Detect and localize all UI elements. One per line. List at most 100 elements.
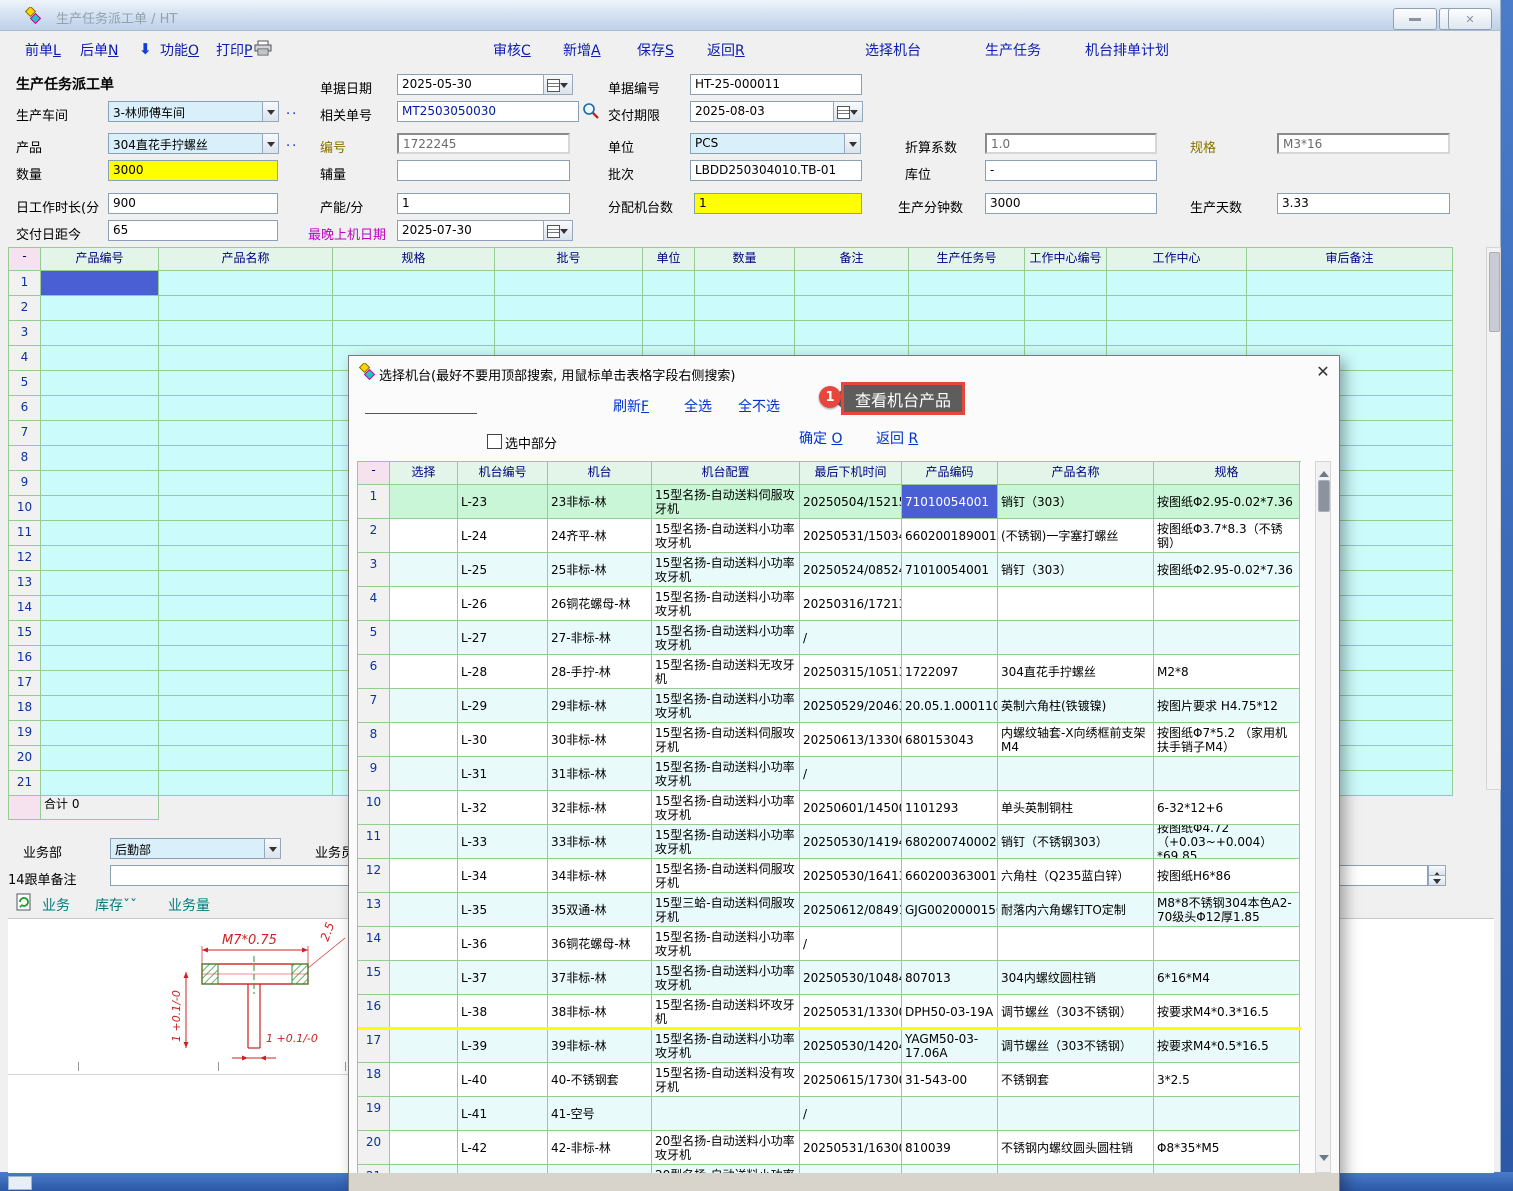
scroll-down-icon[interactable] bbox=[1319, 1155, 1329, 1166]
machine-code-cell[interactable]: L-30 bbox=[458, 723, 548, 757]
machine-config-cell[interactable]: 15型三蛤-自动送料伺服攻牙机 bbox=[652, 893, 800, 927]
machine-grid-scrollbar[interactable] bbox=[1315, 461, 1331, 1173]
grid-cell[interactable] bbox=[1247, 271, 1453, 296]
product-code-cell[interactable] bbox=[902, 927, 998, 961]
last-offline-cell[interactable]: 20250530/141946 bbox=[800, 825, 902, 859]
machines-input[interactable]: 1 bbox=[694, 193, 862, 214]
row-number[interactable]: 15 bbox=[358, 961, 390, 995]
row-number[interactable]: 6 bbox=[358, 655, 390, 689]
grid-cell[interactable] bbox=[41, 771, 159, 796]
product-code-cell[interactable] bbox=[902, 587, 998, 621]
machine-code-cell[interactable]: L-36 bbox=[458, 927, 548, 961]
row-number[interactable]: 17 bbox=[358, 1029, 390, 1063]
select-cell[interactable] bbox=[390, 791, 458, 825]
machine-name-cell[interactable]: 39非标-林 bbox=[548, 1029, 652, 1063]
row-number[interactable]: 2 bbox=[358, 519, 390, 553]
product-code-cell[interactable]: 680200740002 bbox=[902, 825, 998, 859]
spec-input[interactable]: M3*16 bbox=[1277, 133, 1450, 154]
row-number[interactable]: 13 bbox=[9, 571, 41, 596]
machine-column-header[interactable]: 规格 bbox=[1154, 462, 1300, 485]
grid-cell[interactable] bbox=[1025, 296, 1107, 321]
select-cell[interactable] bbox=[390, 553, 458, 587]
spec-cell[interactable] bbox=[1154, 927, 1300, 961]
row-number[interactable]: 13 bbox=[358, 893, 390, 927]
grid-cell[interactable] bbox=[1247, 296, 1453, 321]
back-link[interactable]: 返回 R bbox=[876, 428, 918, 448]
grid-cell[interactable] bbox=[643, 296, 695, 321]
product-name-cell[interactable]: 单头英制铜柱 bbox=[998, 791, 1154, 825]
grid-cell[interactable] bbox=[159, 696, 333, 721]
spec-cell[interactable] bbox=[1154, 1097, 1300, 1131]
grid-cell[interactable] bbox=[159, 396, 333, 421]
confirm-link[interactable]: 确定 O bbox=[799, 428, 842, 448]
product-name-cell[interactable] bbox=[998, 757, 1154, 791]
audit-button[interactable]: 审核C bbox=[493, 40, 531, 60]
product-more-button[interactable]: .. bbox=[286, 135, 298, 150]
select-cell[interactable] bbox=[390, 1029, 458, 1063]
grid-cell[interactable] bbox=[41, 271, 159, 296]
grid-cell[interactable] bbox=[909, 321, 1025, 346]
last-offline-cell[interactable]: 20250529/204630 bbox=[800, 689, 902, 723]
product-select[interactable]: 304直花手拧螺丝 bbox=[108, 133, 263, 154]
grid-cell[interactable] bbox=[695, 271, 795, 296]
grid-cell[interactable] bbox=[159, 446, 333, 471]
grid-cell[interactable] bbox=[41, 521, 159, 546]
unit-dropdown-icon[interactable] bbox=[844, 133, 861, 154]
grid-cell[interactable] bbox=[41, 446, 159, 471]
business-volume-link[interactable]: 业务量 bbox=[168, 895, 210, 915]
doc-no-input[interactable]: HT-25-000011 bbox=[690, 74, 862, 95]
machine-code-cell[interactable]: L-38 bbox=[458, 995, 548, 1029]
machine-config-cell[interactable]: 15型名扬-自动送料坏攻牙机 bbox=[652, 995, 800, 1029]
machine-code-cell[interactable]: L-35 bbox=[458, 893, 548, 927]
product-name-cell[interactable]: 不锈钢内螺纹圆头圆柱销 bbox=[998, 1131, 1154, 1165]
grid-cell[interactable] bbox=[159, 771, 333, 796]
grid-cell[interactable] bbox=[159, 721, 333, 746]
row-number[interactable]: 7 bbox=[358, 689, 390, 723]
row-number[interactable]: 16 bbox=[9, 646, 41, 671]
machine-config-cell[interactable]: 15型名扬-自动送料小功率攻牙机 bbox=[652, 927, 800, 961]
grid-cell[interactable] bbox=[159, 371, 333, 396]
row-number[interactable]: 19 bbox=[9, 721, 41, 746]
spec-cell[interactable]: 按图纸Φ4.72（+0.03~+0.004）*69.85 bbox=[1154, 825, 1300, 859]
spec-cell[interactable]: Φ8*35*M5 bbox=[1154, 1131, 1300, 1165]
product-code-cell[interactable] bbox=[902, 757, 998, 791]
machine-config-cell[interactable]: 15型名扬-自动送料伺服攻牙机 bbox=[652, 485, 800, 519]
grid-cell[interactable] bbox=[159, 321, 333, 346]
dept-select[interactable]: 后勤部 bbox=[110, 838, 265, 859]
printer-icon[interactable] bbox=[254, 40, 272, 56]
select-cell[interactable] bbox=[390, 519, 458, 553]
select-cell[interactable] bbox=[390, 1063, 458, 1097]
return-button[interactable]: 返回R bbox=[707, 40, 745, 60]
machine-name-cell[interactable]: 40-不锈钢套 bbox=[548, 1063, 652, 1097]
grid-cell[interactable] bbox=[159, 571, 333, 596]
column-header[interactable]: 产品编号 bbox=[41, 248, 159, 271]
machine-config-cell[interactable]: 15型名扬-自动送料小功率攻牙机 bbox=[652, 757, 800, 791]
spec-cell[interactable]: 按要求M4*0.5*16.5 bbox=[1154, 1029, 1300, 1063]
product-name-cell[interactable]: 不锈钢套 bbox=[998, 1063, 1154, 1097]
machine-name-cell[interactable]: 37非标-林 bbox=[548, 961, 652, 995]
grid-cell[interactable] bbox=[159, 496, 333, 521]
last-offline-cell[interactable]: / bbox=[800, 621, 902, 655]
grid-cell[interactable] bbox=[41, 646, 159, 671]
row-number[interactable]: 18 bbox=[358, 1063, 390, 1097]
grid-cell[interactable] bbox=[333, 296, 495, 321]
row-number[interactable]: 14 bbox=[9, 596, 41, 621]
print-button[interactable]: 打印P bbox=[216, 40, 252, 60]
product-name-cell[interactable] bbox=[998, 1097, 1154, 1131]
machine-column-header[interactable]: 产品编码 bbox=[902, 462, 998, 485]
spec-cell[interactable]: 按图纸Φ2.95-0.02*7.36 bbox=[1154, 553, 1300, 587]
row-number[interactable]: 17 bbox=[9, 671, 41, 696]
grid-cell[interactable] bbox=[1247, 321, 1453, 346]
row-number[interactable]: 11 bbox=[9, 521, 41, 546]
row-number[interactable]: 3 bbox=[358, 553, 390, 587]
product-code-cell[interactable]: 810039 bbox=[902, 1131, 998, 1165]
last-offline-cell[interactable]: 20250524/085248 bbox=[800, 553, 902, 587]
machine-column-header[interactable]: 产品名称 bbox=[998, 462, 1154, 485]
spec-cell[interactable]: 6-32*12+6 bbox=[1154, 791, 1300, 825]
select-machine-button[interactable]: 选择机台 bbox=[865, 40, 921, 60]
machine-code-cell[interactable]: L-34 bbox=[458, 859, 548, 893]
product-name-cell[interactable] bbox=[998, 587, 1154, 621]
row-number[interactable]: 1 bbox=[9, 271, 41, 296]
select-cell[interactable] bbox=[390, 757, 458, 791]
remark-spinner-down-icon[interactable] bbox=[1428, 875, 1446, 886]
